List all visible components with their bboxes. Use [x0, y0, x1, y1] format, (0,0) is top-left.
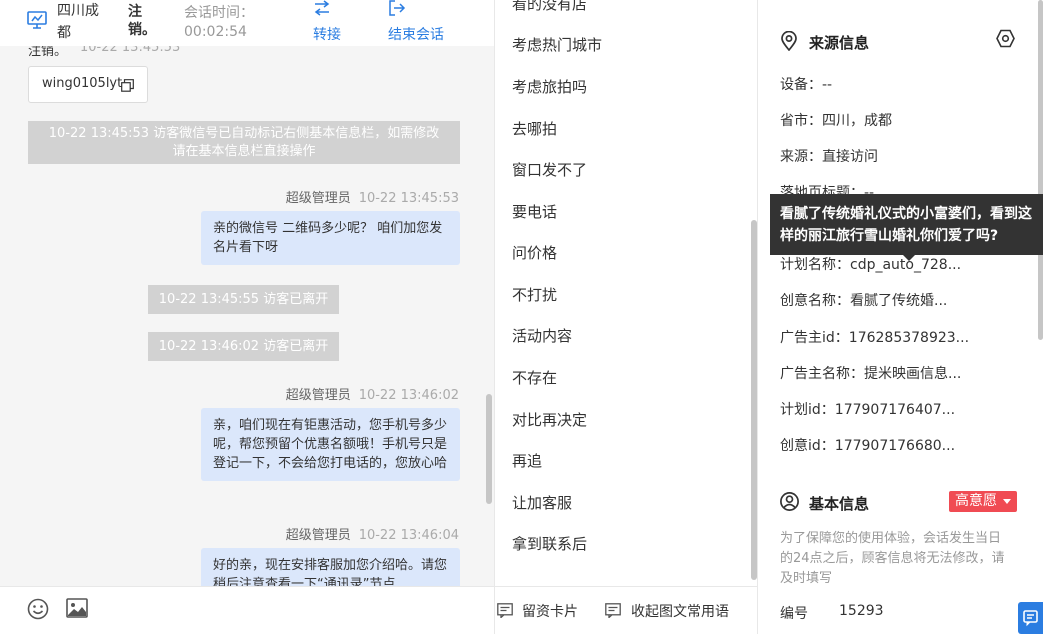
quick-phrase-panel: 看的没有店 考虑热门城市 考虑旅拍吗 去哪拍 窗口发不了 要电话 问价格 不打扰… — [494, 0, 758, 634]
info-row-advertiser-name: 广告主名称：提米映画信息... — [780, 366, 962, 382]
phrase-item[interactable]: 考虑旅拍吗 — [512, 76, 587, 97]
message-list[interactable]: 注销。 10-22 13:45:53 wing0105lyt 10-22 13:… — [0, 46, 494, 586]
chat-toolbar — [0, 586, 494, 634]
phrase-item[interactable]: 对比再决定 — [512, 409, 587, 430]
message-sender: 超级管理员 10-22 13:46:02 — [285, 388, 459, 403]
caret-down-icon — [1003, 498, 1012, 504]
info-row-source: 来源：直接访问 — [780, 149, 878, 165]
creative-name-tooltip: 看腻了传统婚礼仪式的小富婆们，看到这样的丽江旅行雪山婚礼你们爱了吗? — [770, 194, 1043, 261]
phrase-item[interactable]: 问价格 — [512, 242, 557, 263]
location-pin-icon — [780, 30, 798, 55]
message-bubble: 亲，咱们现在有钜惠活动，您手机号多少呢，帮您预留个优惠名额哦！手机号只是登记一下… — [201, 408, 460, 481]
partial-message-text: 注销。 — [28, 46, 68, 59]
info-panel: 来源信息 设备：-- 省市：四川，成都 来源：直接访问 落地页标题：-- 计划名… — [758, 0, 1043, 634]
info-row-plan-id: 计划id：177907176407... — [780, 402, 956, 418]
basic-info-title: 基本信息 — [809, 495, 870, 513]
phrase-item[interactable]: 不打扰 — [512, 284, 557, 305]
user-circle-icon — [780, 492, 799, 515]
phrase-item[interactable]: 拿到联系后 — [512, 533, 587, 554]
phrase-item[interactable]: 让加客服 — [512, 492, 572, 513]
collapse-icon — [605, 603, 621, 622]
message-bubble: 好的亲，现在安排客服加您介绍哈。请您稍后注意查看一下“通讯录”节点 — [201, 548, 460, 586]
card-icon — [497, 603, 513, 622]
leave-notice: 10-22 13:45:55 访客已离开 — [148, 285, 339, 314]
phrase-item[interactable]: 看的没有店 — [512, 0, 587, 14]
settings-icon[interactable] — [996, 29, 1015, 52]
message-sender: 超级管理员 10-22 13:46:04 — [285, 528, 459, 543]
session-time-label: 会话时间： — [184, 5, 254, 21]
info-row-creative-id: 创意id：177907176680... — [780, 438, 956, 454]
customer-id-label: 编号 — [780, 606, 808, 622]
info-row-advertiser-id: 广告主id：176285378923... — [780, 330, 970, 346]
chat-service-icon[interactable] — [1018, 602, 1043, 634]
exit-icon[interactable] — [388, 0, 406, 21]
message-sender: 超级管理员 10-22 13:45:53 — [285, 191, 459, 206]
tooltip-arrow — [903, 255, 915, 261]
phrase-item[interactable]: 再追 — [512, 450, 542, 471]
chat-header: 四川成都 注销。 会话时间： 00:02:54 转接 结束会话 — [0, 0, 494, 46]
wechat-id-chip[interactable]: wing0105lyt — [28, 66, 148, 103]
transfer-icon[interactable] — [313, 0, 331, 20]
visitor-location: 四川成都 — [57, 3, 99, 41]
phrase-item[interactable]: 活动内容 — [512, 325, 572, 346]
collapse-phrases-button[interactable]: 收起图文常用语 — [631, 601, 729, 621]
copy-icon[interactable] — [121, 77, 134, 96]
info-row-province: 省市：四川，成都 — [780, 113, 892, 129]
partial-message-time: 10-22 13:45:53 — [80, 46, 181, 55]
image-icon[interactable] — [66, 598, 88, 622]
monitor-icon — [27, 11, 47, 33]
info-row-creative-name[interactable]: 创意名称：看腻了传统婚... — [780, 290, 947, 310]
transfer-button[interactable]: 转接 — [313, 24, 341, 44]
smile-icon[interactable] — [27, 598, 49, 624]
info-row-device: 设备：-- — [780, 77, 833, 93]
basic-info-note: 为了保障您的使用体验，会话发生当日的24点之后，顾客信息将无法修改，请及时填写 — [780, 531, 1005, 586]
intent-badge[interactable]: 高意愿 — [949, 491, 1018, 512]
source-info-title: 来源信息 — [809, 34, 870, 52]
intent-badge-label: 高意愿 — [955, 493, 997, 509]
leave-notice: 10-22 13:46:02 访客已离开 — [148, 332, 339, 361]
system-notice: 10-22 13:45:53 访客微信号已自动标记右侧基本信息栏，如需修改请在基… — [28, 121, 460, 164]
customer-id-value: 15293 — [839, 603, 884, 619]
wechat-id-text: wing0105lyt — [42, 76, 123, 91]
tooltip-text: 看腻了传统婚礼仪式的小富婆们，看到这样的丽江旅行雪山婚礼你们爱了吗? — [780, 206, 1032, 244]
info-row-plan-name: 计划名称：cdp_auto_728... — [780, 257, 962, 273]
end-session-button[interactable]: 结束会话 — [388, 24, 444, 44]
lead-card-button[interactable]: 留资卡片 — [522, 601, 578, 621]
phrase-item[interactable]: 窗口发不了 — [512, 159, 587, 180]
chat-panel: 四川成都 注销。 会话时间： 00:02:54 转接 结束会话 注销。 10-2… — [0, 0, 494, 634]
phrase-item[interactable]: 不存在 — [512, 367, 557, 388]
phrase-toolbar: 留资卡片 收起图文常用语 — [495, 586, 757, 634]
info-scrollbar[interactable] — [1038, 0, 1043, 340]
session-time-value: 00:02:54 — [184, 24, 247, 40]
message-bubble: 亲的微信号 二维码多少呢？ 咱们加您发名片看下呀 — [201, 211, 460, 265]
phrase-item[interactable]: 要电话 — [512, 201, 557, 222]
chat-scrollbar[interactable] — [486, 394, 492, 504]
visitor-notice: 注销。 — [128, 4, 156, 38]
phrase-item[interactable]: 去哪拍 — [512, 118, 557, 139]
phrase-item[interactable]: 考虑热门城市 — [512, 34, 602, 55]
phrase-scrollbar[interactable] — [751, 220, 757, 580]
